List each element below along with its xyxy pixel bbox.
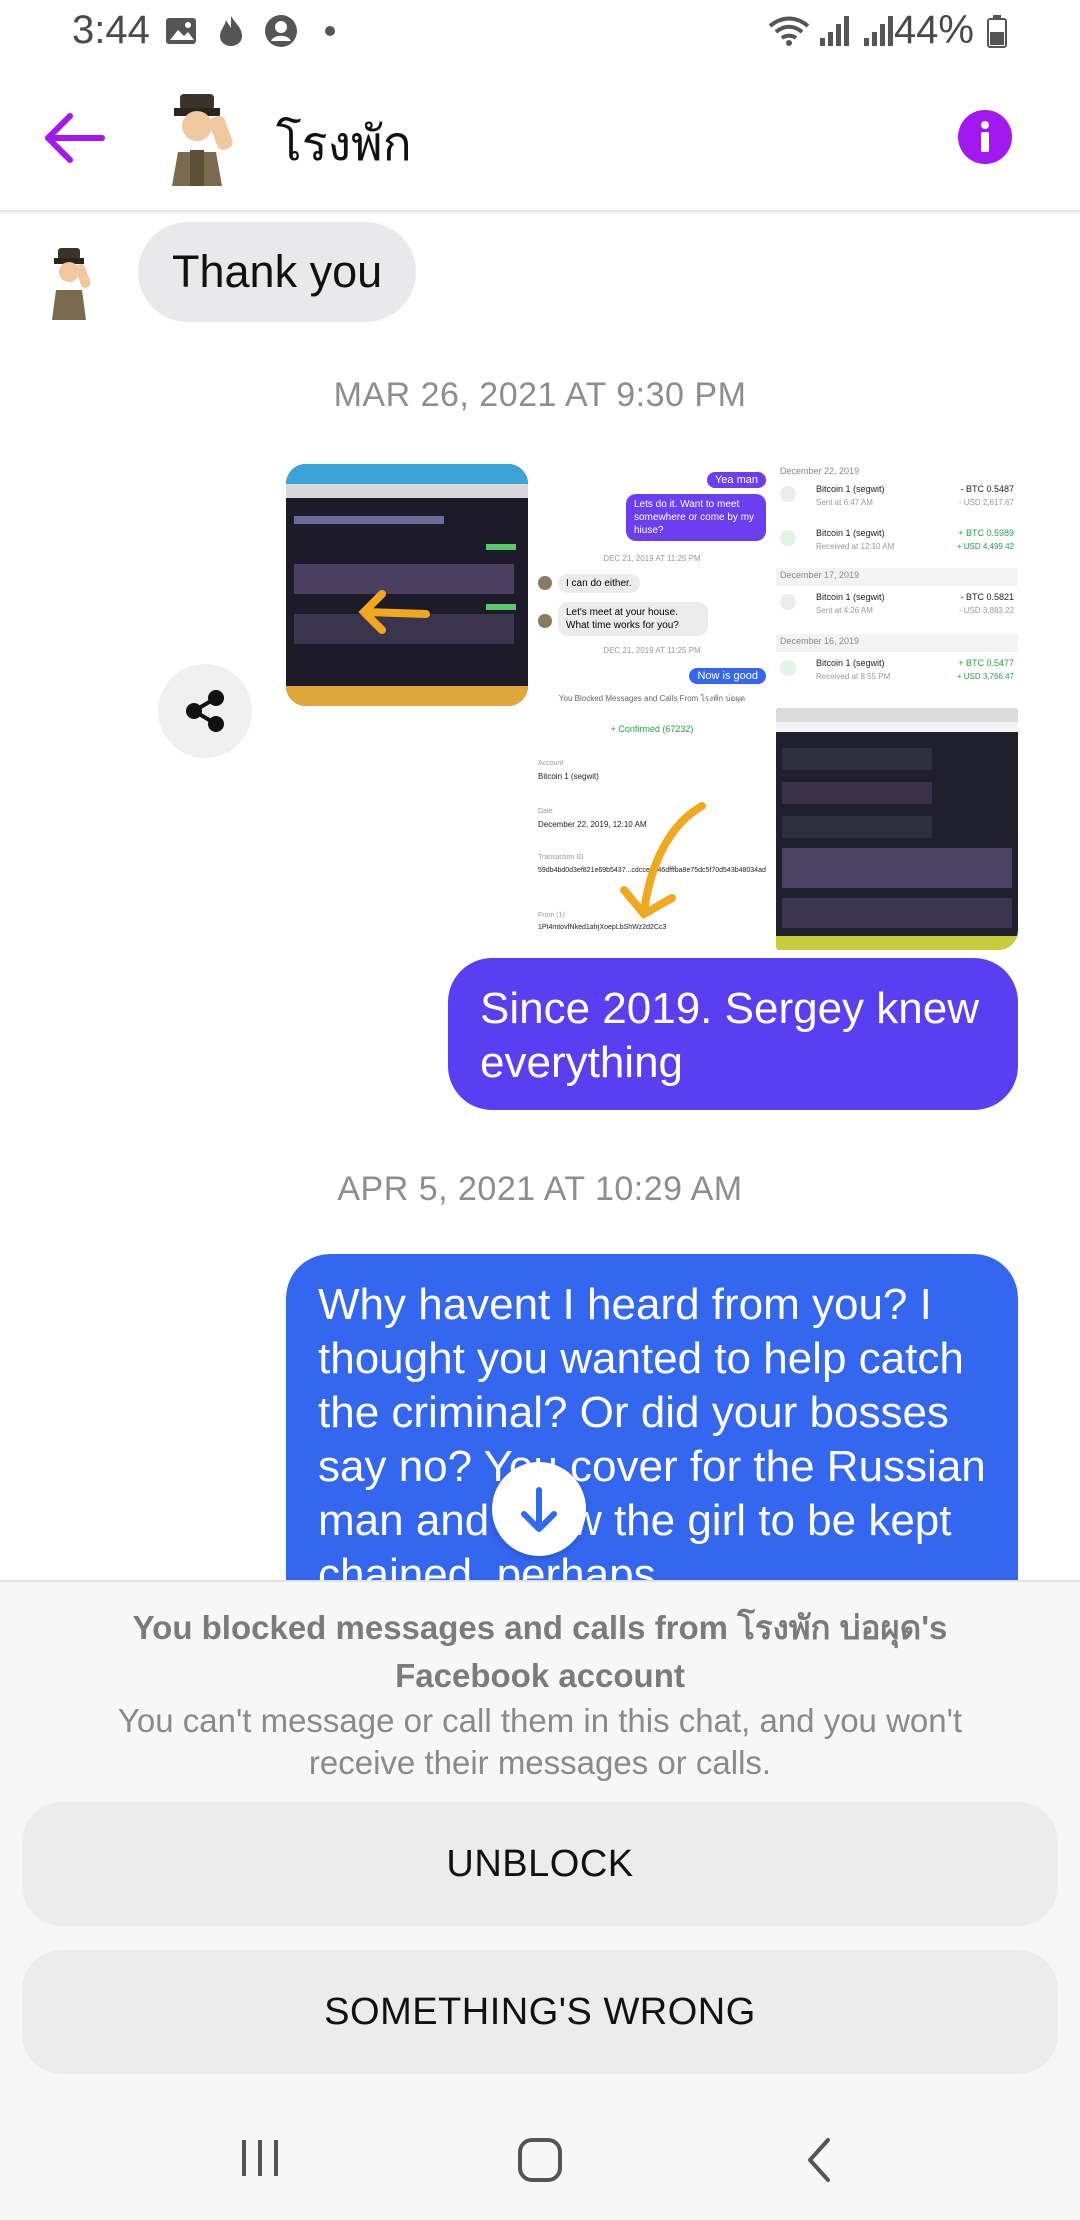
wallet-row-usd: - USD 3,883.22 [958, 606, 1014, 615]
account-value: Bitcoin 1 (segwit) [538, 772, 599, 781]
status-time: 3:44 [72, 8, 150, 52]
shared-image-chat[interactable]: Yea man Lets do it. Want to meet somewhe… [530, 464, 774, 948]
outgoing-message[interactable]: Why havent I heard from you? I thought y… [286, 1254, 1018, 1580]
avatar [538, 614, 552, 628]
outgoing-message[interactable]: Since 2019. Sergey knew everything [448, 958, 1018, 1110]
scroll-down-button[interactable] [492, 1462, 586, 1556]
chat-message: Let's meet at your house. What time work… [558, 602, 708, 636]
wallet-row-usd: + USD 4,499.42 [956, 542, 1014, 551]
signal-icon [864, 16, 893, 46]
blocked-panel: You blocked messages and calls from โรงพ… [0, 1580, 1080, 2100]
wifi-icon [768, 16, 810, 46]
recents-icon[interactable] [236, 2136, 284, 2180]
wallet-date: December 17, 2019 [780, 570, 860, 580]
incoming-message[interactable]: Thank you [138, 222, 417, 322]
wallet-row-sub: Received at 12:10 AM [816, 542, 895, 551]
wallet-row-amount: - BTC 0.5821 [960, 592, 1014, 602]
arrow-annotation [620, 802, 706, 920]
chat-reply: Yea man [706, 472, 766, 488]
received-icon [780, 530, 796, 546]
wallet-row-sub: Sent at 6:47 AM [816, 498, 873, 507]
something-wrong-button[interactable]: SOMETHING'S WRONG [22, 1950, 1058, 2074]
wallet-row-amount: + BTC 0.5477 [958, 658, 1014, 668]
sent-icon [780, 594, 796, 610]
avatar [538, 576, 552, 590]
share-icon [186, 690, 224, 732]
wallet-row-amount: - BTC 0.5487 [960, 484, 1014, 494]
wallet-row-sub: Received at 8:55 PM [816, 672, 891, 681]
txid-label: Transaction ID [538, 854, 584, 861]
wallet-row-sub: Sent at 4:26 AM [816, 606, 873, 615]
chat-reply: Lets do it. Want to meet somewhere or co… [626, 494, 766, 541]
chat-time: DEC 21, 2019 AT 11:25 PM [603, 646, 701, 655]
received-icon [780, 660, 796, 676]
info-icon [981, 121, 989, 152]
wallet-date: December 16, 2019 [780, 636, 860, 646]
outgoing-message-clip: Why havent I heard from you? I thought y… [286, 1254, 1018, 1580]
dot-icon [325, 26, 335, 36]
battery-percent: 44% [893, 8, 974, 52]
wallet-row-name: Bitcoin 1 (segwit) [816, 484, 885, 494]
confirmed-label: + Confirmed (67232) [610, 724, 694, 734]
blocked-title: You blocked messages and calls from โรงพ… [132, 1609, 948, 1694]
fire-icon [220, 16, 242, 46]
home-icon[interactable] [516, 2136, 564, 2184]
message-timestamp: MAR 26, 2021 AT 9:30 PM [333, 376, 747, 414]
system-nav-bar [0, 2100, 1080, 2220]
shared-image-wallet[interactable]: December 22, 2019 Bitcoin 1 (segwit) Sen… [776, 464, 1018, 706]
sender-avatar[interactable] [40, 246, 98, 322]
account-icon [265, 15, 297, 47]
wallet-row-name: Bitcoin 1 (segwit) [816, 592, 885, 602]
sent-icon [780, 486, 796, 502]
arrow-down-icon [521, 1487, 557, 1532]
arrow-annotation [358, 590, 430, 634]
gallery-icon [166, 18, 196, 44]
status-bar: 3:44 44% [0, 0, 1080, 66]
share-button[interactable] [158, 664, 252, 758]
from-value: 1Pt4mtovfNked1afrjXoepLbShWz2d2Cc3 [538, 924, 667, 931]
signal-icon [820, 16, 849, 46]
arrow-left-icon[interactable] [40, 108, 110, 168]
chat-time: DEC 21, 2019 AT 11:25 PM [603, 554, 701, 563]
chat-title[interactable]: โรงพัก [276, 106, 412, 182]
message-timestamp: APR 5, 2021 AT 10:29 AM [337, 1170, 743, 1208]
wallet-row-name: Bitcoin 1 (segwit) [816, 528, 885, 538]
wallet-row-usd: - USD 2,617.67 [958, 498, 1014, 507]
unblock-button[interactable]: UNBLOCK [22, 1802, 1058, 1926]
from-label: From (1) [538, 912, 565, 919]
wallet-date: December 22, 2019 [780, 466, 860, 476]
account-label: Account [538, 760, 564, 767]
wallet-row-amount: + BTC 0.5989 [958, 528, 1014, 538]
blocked-description: You can't message or call them in this c… [117, 1702, 963, 1781]
avatar[interactable] [150, 90, 242, 188]
info-button[interactable] [958, 110, 1012, 164]
wallet-row-usd: + USD 3,766.47 [956, 672, 1014, 681]
chat-header: โรงพัก [0, 66, 1080, 212]
chat-blocked-note: You Blocked Messages and Calls From โรงพ… [558, 694, 746, 703]
chat-reply: Now is good [689, 668, 766, 684]
shared-image-listing[interactable] [776, 708, 1018, 950]
back-icon[interactable] [800, 2136, 840, 2184]
shared-image-dark-market[interactable] [286, 464, 528, 706]
chat-message: I can do either. [558, 574, 640, 593]
battery-icon [987, 15, 1007, 48]
date-label: Date [538, 808, 553, 815]
wallet-row-name: Bitcoin 1 (segwit) [816, 658, 885, 668]
